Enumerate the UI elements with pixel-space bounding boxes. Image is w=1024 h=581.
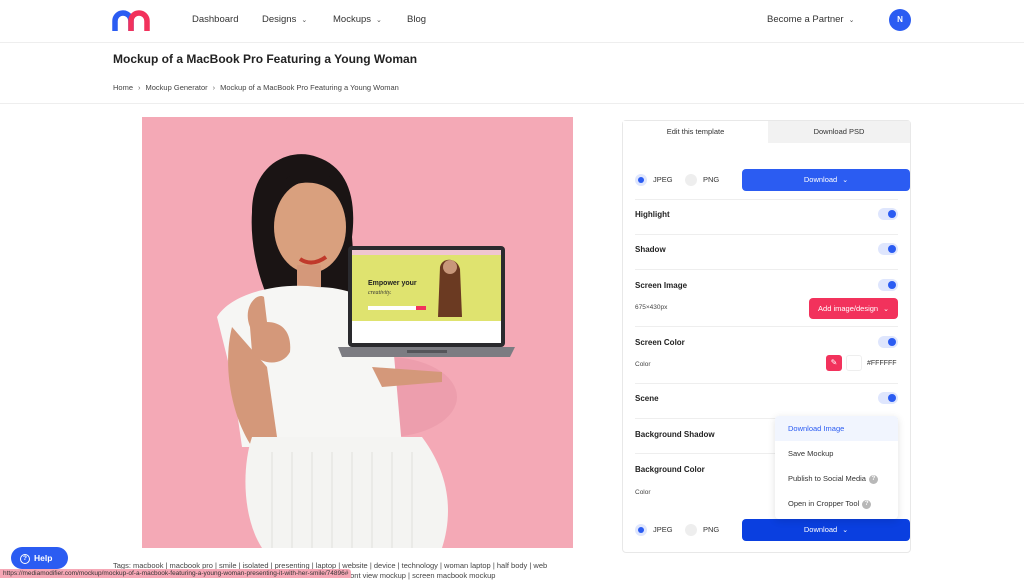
tab-download-psd[interactable]: Download PSD: [768, 121, 910, 143]
menu-item-label: Save Mockup: [788, 449, 834, 458]
setting-highlight: Highlight: [635, 199, 898, 234]
chevron-down-icon: ⌄: [301, 17, 308, 24]
download-button-top[interactable]: Download ⌄: [742, 169, 910, 191]
breadcrumb-current: Mockup of a MacBook Pro Featuring a Youn…: [220, 83, 399, 92]
chevron-down-icon: ⌄: [848, 17, 855, 24]
help-question-icon[interactable]: ?: [862, 499, 872, 509]
breadcrumb-home[interactable]: Home: [113, 83, 133, 92]
menu-download-image[interactable]: Download Image: [775, 416, 898, 441]
page-header: Mockup of a MacBook Pro Featuring a Youn…: [0, 43, 1024, 104]
screen-image-toggle[interactable]: [878, 279, 898, 291]
download-label: Download: [803, 525, 838, 534]
nav-blog[interactable]: Blog: [407, 14, 426, 25]
nav-become-partner[interactable]: Become a Partner ⌄: [767, 14, 854, 25]
add-image-design-button[interactable]: Add image/design ⌄: [809, 298, 898, 319]
nav-mockups-label: Mockups: [333, 14, 372, 25]
panel-tabs: Edit this template Download PSD: [623, 121, 910, 143]
radio-png-label: PNG: [703, 175, 720, 184]
screen-image-size: 675×430px: [635, 304, 668, 311]
radio-jpeg-label: JPEG: [653, 175, 673, 184]
shadow-toggle[interactable]: [878, 243, 898, 255]
tab-edit-template[interactable]: Edit this template: [623, 121, 768, 143]
background-color-label: Background Color: [635, 465, 705, 474]
menu-item-label: Download Image: [788, 424, 845, 433]
nav-dashboard-label: Dashboard: [192, 14, 239, 25]
scene-label: Scene: [635, 394, 659, 403]
download-label: Download: [803, 175, 838, 184]
radio-png-bottom[interactable]: [685, 524, 697, 536]
nav-designs-label: Designs: [262, 14, 297, 25]
screen-color-hex: #FFFFFF: [867, 360, 897, 367]
setting-scene: Scene: [635, 383, 898, 418]
radio-jpeg-bottom[interactable]: [635, 524, 647, 536]
screen-color-label: Screen Color: [635, 338, 685, 347]
breadcrumb-mockup-generator[interactable]: Mockup Generator: [146, 83, 208, 92]
nav-partner-label: Become a Partner: [767, 14, 844, 25]
screen-headline: Empower your: [368, 280, 417, 287]
page-title: Mockup of a MacBook Pro Featuring a Youn…: [113, 52, 418, 66]
screen-color-sub-label: Color: [635, 361, 651, 368]
help-label: Help: [34, 553, 53, 563]
woman-with-macbook-illustration: Empower your creativity.: [142, 117, 573, 548]
scene-toggle[interactable]: [878, 392, 898, 404]
add-image-label: Add image/design: [818, 304, 879, 313]
nav-blog-label: Blog: [407, 14, 427, 25]
setting-screen-image: Screen Image 675×430px Add image/design ⌄: [635, 269, 898, 326]
screen-image-label: Screen Image: [635, 281, 688, 290]
download-dropdown-menu: Download Image Save Mockup Publish to So…: [775, 416, 898, 519]
background-color-sub-label: Color: [635, 489, 651, 496]
nav-mockups[interactable]: Mockups ⌄: [333, 14, 382, 25]
color-swatch[interactable]: [846, 355, 862, 371]
chevron-down-icon: ⌄: [842, 527, 849, 534]
setting-shadow: Shadow: [635, 234, 898, 269]
screen-subheadline: creativity.: [368, 290, 392, 296]
eyedropper-icon[interactable]: ✎: [826, 355, 842, 371]
help-button[interactable]: ? Help: [11, 547, 68, 569]
highlight-toggle[interactable]: [878, 208, 898, 220]
menu-open-cropper-tool[interactable]: Open in Cropper Tool?: [775, 491, 898, 516]
breadcrumb: Home › Mockup Generator › Mockup of a MacBoo…: [113, 83, 399, 92]
chevron-down-icon: ⌄: [842, 177, 849, 184]
top-navigation: Dashboard Designs ⌄ Mockups ⌄ Blog Become …: [0, 0, 1024, 43]
menu-item-label: Open in Cropper Tool: [788, 499, 860, 508]
setting-screen-color: Screen Color Color ✎ #FFFFFF: [635, 326, 898, 383]
menu-item-label: Publish to Social Media: [788, 474, 866, 483]
radio-png-top[interactable]: [685, 174, 697, 186]
screen-color-toggle[interactable]: [878, 336, 898, 348]
nav-dashboard[interactable]: Dashboard: [192, 14, 238, 25]
help-question-icon[interactable]: ?: [868, 474, 878, 484]
shadow-label: Shadow: [635, 245, 666, 254]
radio-png-label: PNG: [703, 525, 720, 534]
background-shadow-label: Background Shadow: [635, 430, 715, 439]
breadcrumb-separator-icon: ›: [138, 83, 141, 92]
mockup-preview-image: Empower your creativity.: [142, 117, 573, 548]
radio-jpeg-top[interactable]: [635, 174, 647, 186]
breadcrumb-separator-icon: ›: [212, 83, 216, 92]
chevron-down-icon: ⌄: [376, 17, 382, 24]
nav-designs[interactable]: Designs ⌄: [262, 14, 307, 25]
status-bar-url: https://mediamodifier.com/mockup/mockup-…: [0, 569, 352, 578]
chevron-down-icon: ⌄: [883, 306, 889, 313]
highlight-label: Highlight: [635, 210, 670, 219]
user-avatar[interactable]: N: [889, 9, 911, 31]
format-selector-bottom: JPEG PNG Download ⌄: [635, 519, 910, 541]
question-circle-icon: ?: [20, 553, 30, 564]
download-button-bottom[interactable]: Download ⌄: [742, 519, 910, 541]
radio-jpeg-label: JPEG: [653, 525, 673, 534]
format-selector-top: JPEG PNG Download ⌄: [635, 169, 910, 191]
menu-publish-social-media[interactable]: Publish to Social Media?: [775, 466, 898, 491]
mediamodifier-logo[interactable]: [112, 10, 150, 32]
menu-save-mockup[interactable]: Save Mockup: [775, 441, 898, 466]
